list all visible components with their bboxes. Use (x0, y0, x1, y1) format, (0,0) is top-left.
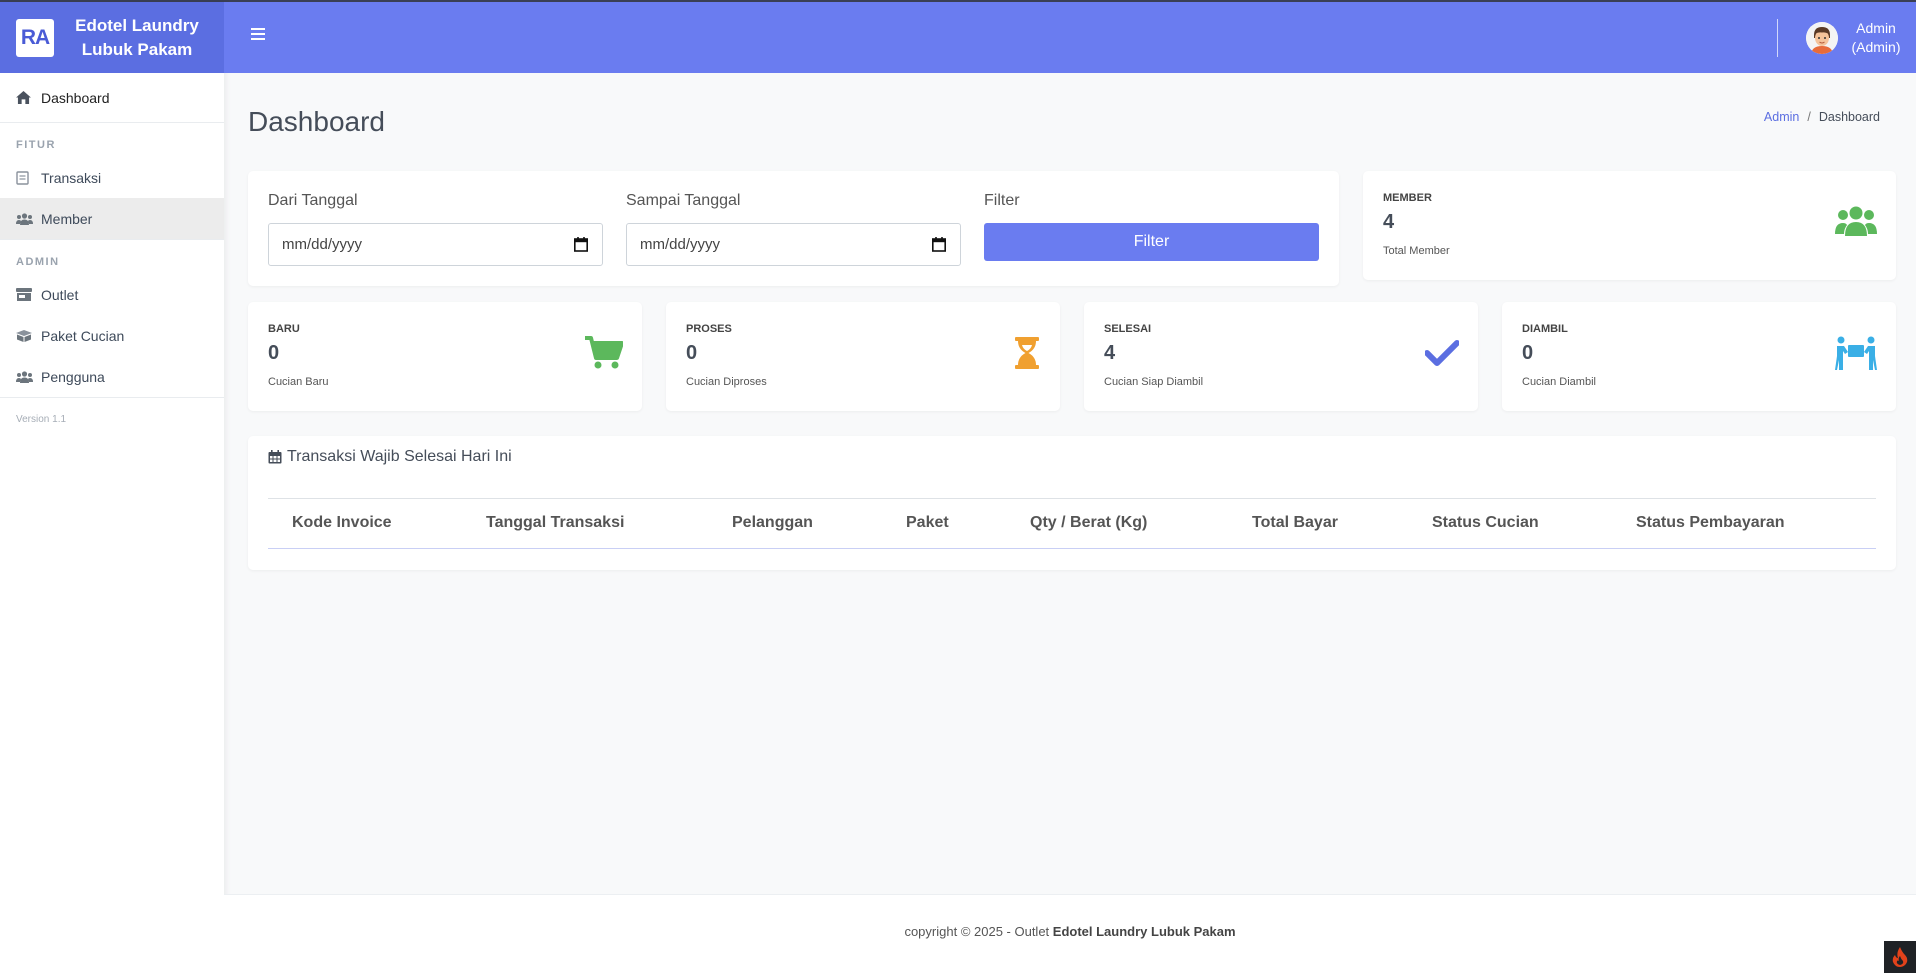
cart-icon (585, 336, 624, 375)
column-header-qty-berat[interactable]: Qty / Berat (Kg) (1030, 514, 1147, 532)
top-navbar: Admin (Admin) (224, 2, 1916, 73)
stat-label: SELESAI (1104, 323, 1152, 335)
sidebar-item-transaksi[interactable]: Transaksi (0, 157, 224, 198)
sidebar-heading-admin: ADMIN (16, 256, 60, 268)
box-icon (16, 329, 34, 342)
home-icon (16, 91, 34, 104)
footer-prefix: copyright © 2025 - Outlet (904, 924, 1053, 939)
stat-subtitle: Cucian Siap Diambil (1104, 376, 1204, 388)
navbar-divider (1777, 19, 1778, 57)
check-icon (1424, 340, 1460, 371)
sidebar-item-label: Paket Cucian (41, 327, 125, 344)
calendar-icon[interactable] (574, 237, 588, 252)
table-title: Transaksi Wajib Selesai Hari Ini (268, 448, 512, 466)
table-title-text: Transaksi Wajib Selesai Hari Ini (287, 448, 512, 465)
sidebar-item-label: Member (41, 210, 93, 227)
column-header-status-pembayaran[interactable]: Status Pembayaran (1636, 514, 1785, 532)
column-header-paket[interactable]: Paket (906, 514, 949, 532)
sidebar-item-label: Transaksi (41, 169, 102, 186)
menu-toggle-icon[interactable] (251, 28, 265, 42)
sidebar-item-label: Pengguna (41, 368, 105, 385)
stat-label: DIAMBIL (1522, 323, 1568, 335)
brand[interactable]: RA Edotel Laundry Lubuk Pakam (0, 2, 224, 73)
stat-card-selesai: SELESAI 4 Cucian Siap Diambil (1084, 302, 1478, 411)
footer-outlet-name: Edotel Laundry Lubuk Pakam (1052, 924, 1236, 939)
from-date-placeholder: mm/dd/yyyy (282, 236, 363, 253)
sidebar: RA Edotel Laundry Lubuk Pakam Dashboard … (0, 2, 224, 973)
stat-label: MEMBER (1383, 192, 1432, 204)
brand-name: Edotel Laundry Lubuk Pakam (62, 14, 212, 62)
sidebar-item-outlet[interactable]: Outlet (0, 274, 224, 315)
stat-subtitle: Cucian Baru (268, 376, 329, 388)
sidebar-item-member[interactable]: Member (0, 198, 224, 239)
sidebar-item-label: Outlet (41, 286, 79, 303)
sidebar-item-dashboard[interactable]: Dashboard (0, 73, 224, 122)
stat-subtitle: Cucian Diambil (1522, 376, 1596, 388)
transactions-table-card: Transaksi Wajib Selesai Hari Ini Kode In… (248, 436, 1896, 570)
sidebar-item-label: Dashboard (41, 89, 110, 106)
footer: copyright © 2025 - Outlet Edotel Laundry… (224, 894, 1916, 973)
user-name: Admin (1856, 20, 1896, 36)
stat-label: BARU (268, 323, 300, 335)
column-header-tanggal-transaksi[interactable]: Tanggal Transaksi (486, 514, 624, 532)
from-date-input[interactable]: mm/dd/yyyy (268, 223, 603, 266)
stat-value: 4 (1383, 211, 1395, 233)
stat-value: 0 (1522, 342, 1534, 364)
user-menu[interactable]: Admin (Admin) (1846, 19, 1906, 57)
from-date-label: Dari Tanggal (268, 192, 358, 209)
hourglass-icon (1015, 337, 1039, 374)
stat-card-diambil: DIAMBIL 0 Cucian Diambil (1502, 302, 1896, 411)
stat-value: 4 (1104, 342, 1116, 364)
sidebar-item-paket-cucian[interactable]: Paket Cucian (0, 315, 224, 356)
users-icon (16, 370, 34, 383)
table-header: Kode Invoice Tanggal Transaksi Pelanggan… (268, 498, 1876, 549)
brand-name-line1: Edotel Laundry (75, 15, 199, 35)
calendar-icon (268, 450, 282, 464)
stat-subtitle: Cucian Diproses (686, 376, 767, 388)
receipt-icon (16, 170, 34, 185)
user-avatar[interactable] (1806, 22, 1838, 54)
to-date-input[interactable]: mm/dd/yyyy (626, 223, 961, 266)
users-icon (1835, 206, 1877, 241)
stat-label: PROSES (686, 323, 732, 335)
page-title: Dashboard (248, 106, 385, 137)
brand-name-line2: Lubuk Pakam (81, 39, 193, 59)
column-header-status-cucian[interactable]: Status Cucian (1432, 514, 1539, 532)
footer-copyright: copyright © 2025 - Outlet Edotel Laundry… (224, 924, 1916, 939)
version-text: Version 1.1 (16, 414, 67, 425)
calendar-icon[interactable] (932, 237, 946, 252)
stat-subtitle: Total Member (1383, 245, 1450, 257)
stat-value: 0 (686, 342, 698, 364)
users-icon (16, 212, 34, 225)
people-carry-icon (1835, 336, 1877, 375)
breadcrumb: Admin / Dashboard (1764, 110, 1880, 124)
breadcrumb-link-admin[interactable]: Admin (1764, 110, 1799, 124)
store-icon (16, 288, 34, 301)
brand-logo: RA (16, 18, 54, 57)
filter-label: Filter (984, 192, 1020, 209)
stat-card-member: MEMBER 4 Total Member (1363, 171, 1896, 280)
user-role: (Admin) (1851, 39, 1901, 55)
stat-card-proses: PROSES 0 Cucian Diproses (666, 302, 1060, 411)
filter-button[interactable]: Filter (984, 223, 1319, 261)
stat-card-baru: BARU 0 Cucian Baru (248, 302, 642, 411)
column-header-pelanggan[interactable]: Pelanggan (732, 514, 813, 532)
column-header-total-bayar[interactable]: Total Bayar (1252, 514, 1338, 532)
breadcrumb-separator: / (1807, 110, 1811, 124)
column-header-kode-invoice[interactable]: Kode Invoice (292, 514, 392, 532)
to-date-label: Sampai Tanggal (626, 192, 741, 209)
breadcrumb-current: Dashboard (1818, 110, 1880, 124)
sidebar-heading-fitur: FITUR (16, 139, 56, 151)
flame-icon[interactable] (1884, 941, 1916, 973)
filter-card: Dari Tanggal mm/dd/yyyy Sampai Tanggal m… (248, 171, 1339, 286)
stat-value: 0 (268, 342, 280, 364)
sidebar-item-pengguna[interactable]: Pengguna (0, 356, 224, 397)
to-date-placeholder: mm/dd/yyyy (640, 236, 721, 253)
